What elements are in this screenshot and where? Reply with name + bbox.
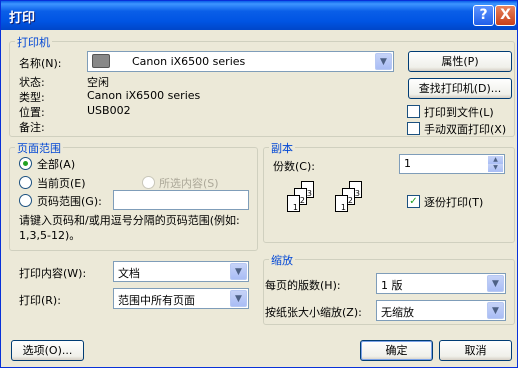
page-range-group-label: 页面范围	[15, 140, 63, 156]
pages-per-sheet-select[interactable]: 1 版 ▼	[376, 273, 506, 294]
print-what-select[interactable]: 文档 ▼	[113, 261, 249, 282]
range-all-label: 全部(A)	[37, 158, 76, 171]
print-pages-select[interactable]: 范围中所有页面 ▼	[113, 288, 249, 309]
scale-to-paper-label: 按纸张大小缩放(Z):	[265, 306, 362, 319]
location-value: USB002	[87, 104, 131, 117]
range-current-radio[interactable]	[19, 176, 32, 189]
range-pages-label: 页码范围(G):	[37, 195, 102, 208]
window-title: 打印	[9, 11, 36, 26]
status-value: 空闲	[87, 76, 109, 89]
pages-per-sheet-value: 1 版	[381, 279, 403, 292]
page-range-input[interactable]	[113, 190, 249, 210]
manual-duplex-label: 手动双面打印(X)	[424, 123, 507, 136]
print-dialog: 打印 ? X 打印机 名称(N): Canon iX6500 series ▼ …	[0, 0, 518, 368]
status-label: 状态:	[19, 76, 45, 89]
location-label: 位置:	[19, 106, 45, 119]
range-current-label: 当前页(E)	[37, 177, 86, 190]
options-button[interactable]: 选项(O)...	[11, 340, 84, 361]
type-label: 类型:	[19, 91, 45, 104]
printer-name-label: 名称(N):	[19, 57, 62, 70]
cancel-button[interactable]: 取消	[439, 340, 512, 361]
collate-page-icon: 1	[335, 195, 348, 212]
range-selection-radio[interactable]	[142, 176, 155, 189]
print-what-value: 文档	[118, 267, 140, 280]
collate-page-icon: 1	[287, 195, 300, 212]
range-pages-radio[interactable]	[19, 194, 32, 207]
print-pages-value: 范围中所有页面	[118, 294, 195, 307]
print-to-file-checkbox[interactable]	[407, 105, 420, 118]
copies-count-label: 份数(C):	[273, 160, 315, 173]
printer-name-value: Canon iX6500 series	[132, 55, 246, 68]
range-selection-label: 所选内容(S)	[159, 177, 219, 190]
collate-label: 逐份打印(T)	[424, 196, 484, 209]
copies-count-value: 1	[404, 157, 411, 170]
copies-count-spinner[interactable]: 1 ▲ ▼	[399, 154, 505, 174]
comment-label: 备注:	[19, 121, 45, 134]
print-pages-label: 打印(R):	[19, 294, 61, 307]
scale-to-paper-value: 无缩放	[381, 306, 414, 319]
find-printer-button[interactable]: 查找打印机(D)...	[408, 78, 512, 99]
print-what-label: 打印内容(W):	[19, 267, 87, 280]
properties-button[interactable]: 属性(P)	[408, 51, 512, 72]
collate-checkbox[interactable]: ✓	[407, 195, 420, 208]
help-button[interactable]: ?	[473, 5, 494, 26]
close-button[interactable]: X	[495, 5, 516, 26]
printer-group-label: 打印机	[15, 34, 52, 50]
copies-group-label: 副本	[269, 140, 295, 156]
chevron-down-icon: ▼	[487, 302, 504, 319]
printer-icon	[92, 54, 110, 68]
type-value: Canon iX6500 series	[87, 89, 201, 102]
scale-to-paper-select[interactable]: 无缩放 ▼	[376, 300, 506, 321]
spin-down-icon[interactable]: ▼	[488, 164, 503, 172]
pages-per-sheet-label: 每页的版数(H):	[265, 279, 341, 292]
manual-duplex-checkbox[interactable]	[407, 122, 420, 135]
spin-up-icon[interactable]: ▲	[488, 156, 503, 164]
zoom-group-label: 缩放	[269, 252, 295, 268]
title-bar: 打印 ? X	[1, 1, 517, 30]
range-all-radio[interactable]	[19, 157, 32, 170]
printer-name-select[interactable]: Canon iX6500 series ▼	[87, 51, 394, 72]
page-range-hint: 请键入页码和/或用逗号分隔的页码范围(例如: 1,3,5-12)。	[19, 214, 240, 242]
chevron-down-icon: ▼	[487, 275, 504, 292]
ok-button[interactable]: 确定	[360, 340, 433, 361]
chevron-down-icon: ▼	[375, 53, 392, 70]
print-to-file-label: 打印到文件(L)	[424, 106, 494, 119]
chevron-down-icon: ▼	[230, 290, 247, 307]
chevron-down-icon: ▼	[230, 263, 247, 280]
